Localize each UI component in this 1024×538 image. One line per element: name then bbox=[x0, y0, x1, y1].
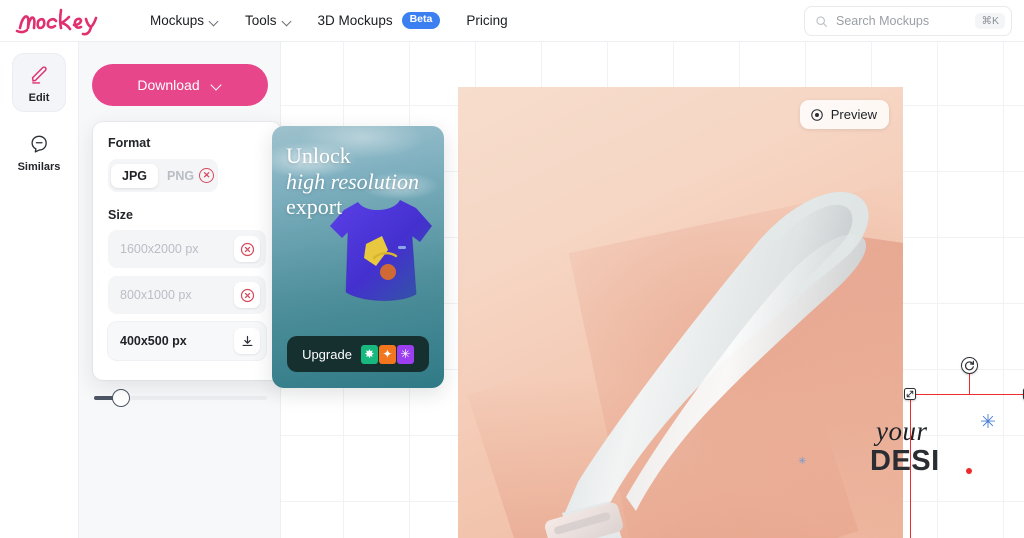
sparkle-badge-orange: ✦ bbox=[378, 344, 396, 364]
upgrade-promo-card[interactable]: Unlock high resolution export Upgrade ✸ … bbox=[272, 126, 444, 388]
sidebar-item-similars-label: Similars bbox=[17, 161, 61, 173]
eye-icon bbox=[810, 108, 823, 121]
nav-item-tools-label: Tools bbox=[245, 12, 277, 28]
x-circle-icon: ✕ bbox=[199, 168, 215, 183]
rotate-icon bbox=[964, 360, 975, 371]
pen-icon bbox=[28, 63, 50, 87]
search-shortcut-hint: ⌘K bbox=[975, 12, 1005, 30]
format-toggle-group: JPG PNG ✕ bbox=[108, 159, 218, 192]
selection-anchor-point bbox=[966, 468, 972, 474]
upgrade-button[interactable]: Upgrade ✸ ✦ ✳ bbox=[287, 336, 429, 372]
download-options-dropdown: Format JPG PNG ✕ Size 1600x2000 px 800x1… bbox=[93, 122, 281, 380]
search-icon bbox=[816, 15, 827, 27]
x-circle-icon[interactable] bbox=[234, 236, 260, 262]
preview-button[interactable]: Preview bbox=[799, 100, 889, 129]
resize-arrow-icon bbox=[906, 390, 914, 398]
size-option-1600x2000[interactable]: 1600x2000 px bbox=[108, 230, 266, 268]
format-option-png[interactable]: PNG ✕ bbox=[158, 163, 220, 188]
lanyard-strap-graphic bbox=[544, 191, 869, 538]
zoom-slider[interactable] bbox=[94, 388, 267, 408]
mockey-wordmark-icon bbox=[15, 8, 98, 35]
size-option-1600x2000-label: 1600x2000 px bbox=[120, 242, 199, 256]
rotate-handle[interactable] bbox=[961, 357, 978, 374]
chevron-down-icon bbox=[210, 17, 219, 26]
chevron-down-icon bbox=[212, 80, 223, 91]
size-option-400x500-label: 400x500 px bbox=[120, 334, 187, 348]
top-navigation-bar: Mockups Tools 3D Mockups Beta Pricing Se… bbox=[0, 0, 1024, 42]
nav-item-pricing-label: Pricing bbox=[466, 12, 508, 28]
download-button[interactable]: Download bbox=[92, 64, 268, 106]
nav-links: Mockups Tools 3D Mockups Beta Pricing bbox=[150, 12, 508, 29]
slider-handle[interactable] bbox=[112, 389, 130, 407]
size-option-800x1000-label: 800x1000 px bbox=[120, 288, 192, 302]
nav-item-mockups-label: Mockups bbox=[150, 12, 205, 28]
promo-headline-line3: export bbox=[286, 194, 343, 220]
nav-item-pricing[interactable]: Pricing bbox=[466, 13, 507, 28]
size-option-800x1000[interactable]: 800x1000 px bbox=[108, 276, 266, 314]
mockey-editor-page: Mockups Tools 3D Mockups Beta Pricing Se… bbox=[0, 0, 1024, 538]
download-icon[interactable] bbox=[234, 328, 260, 354]
nav-item-mockups[interactable]: Mockups bbox=[150, 13, 219, 28]
format-heading: Format bbox=[108, 136, 151, 150]
selection-bounding-box bbox=[910, 394, 1024, 538]
search-bar[interactable]: Search Mockups ⌘K bbox=[804, 6, 1012, 36]
similars-icon bbox=[28, 132, 50, 156]
resize-handle-top-left[interactable] bbox=[904, 388, 916, 400]
format-option-png-label: PNG bbox=[167, 168, 195, 183]
promo-headline-line2: high resolution bbox=[286, 168, 420, 194]
design-selection-overlay[interactable]: your DESI ✳ ✳ bbox=[798, 357, 1024, 538]
mockey-logo[interactable] bbox=[14, 4, 114, 38]
upgrade-button-label: Upgrade bbox=[302, 346, 352, 362]
sidebar-item-edit-label: Edit bbox=[28, 92, 50, 104]
chevron-down-icon bbox=[283, 17, 292, 26]
promo-headline: Unlock high resolution export bbox=[286, 143, 436, 220]
size-heading: Size bbox=[108, 208, 134, 222]
nav-item-3d-mockups-label: 3D Mockups bbox=[317, 12, 393, 28]
preview-button-label: Preview bbox=[830, 107, 877, 122]
upgrade-badges: ✸ ✦ ✳ bbox=[360, 344, 414, 364]
format-option-jpg[interactable]: JPG bbox=[111, 163, 159, 188]
lanyard-mockup-image[interactable]: Preview bbox=[458, 87, 903, 538]
sparkle-badge-green: ✸ bbox=[360, 344, 378, 364]
beta-badge: Beta bbox=[401, 12, 441, 29]
nav-item-tools[interactable]: Tools bbox=[245, 13, 292, 28]
promo-headline-line1: Unlock bbox=[286, 143, 351, 168]
left-tool-rail: Edit Similars bbox=[0, 42, 79, 538]
sparkle-badge-purple: ✳ bbox=[396, 344, 414, 364]
size-option-400x500[interactable]: 400x500 px bbox=[108, 322, 266, 360]
download-button-label: Download bbox=[137, 77, 200, 93]
sidebar-item-edit[interactable]: Edit bbox=[13, 54, 65, 111]
search-input[interactable]: Search Mockups bbox=[836, 14, 975, 28]
x-circle-icon[interactable] bbox=[234, 282, 260, 308]
sidebar-item-similars[interactable]: Similars bbox=[13, 123, 65, 180]
nav-item-3d-mockups[interactable]: 3D Mockups Beta bbox=[318, 12, 441, 29]
